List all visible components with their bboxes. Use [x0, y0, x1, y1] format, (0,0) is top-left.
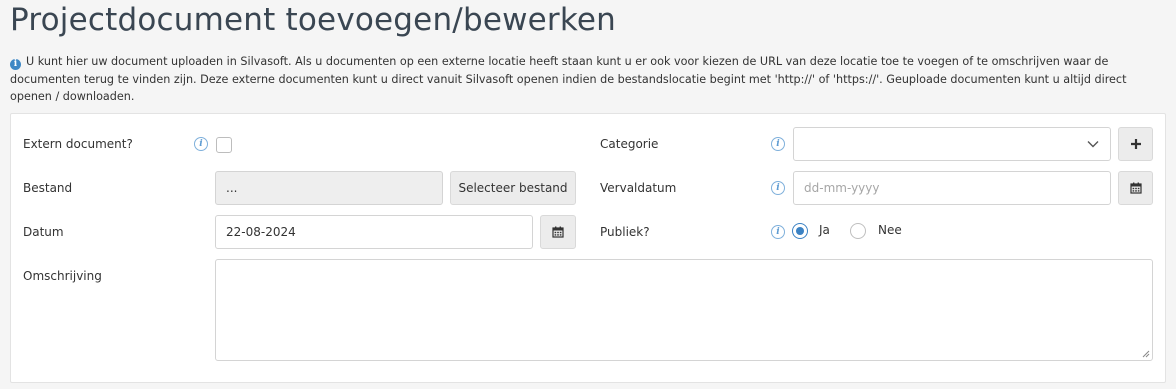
vervaldatum-input[interactable]: dd-mm-yyyy	[793, 171, 1111, 205]
resize-handle-icon[interactable]	[1142, 350, 1150, 358]
publiek-no-radio[interactable]	[850, 223, 866, 239]
select-file-button[interactable]: Selecteer bestand	[450, 171, 576, 205]
intro-text-content: U kunt hier uw document uploaden in Silv…	[10, 55, 1127, 103]
vervaldatum-label: Vervaldatum	[600, 181, 677, 195]
extern-document-checkbox[interactable]	[216, 137, 232, 153]
publiek-yes-radio[interactable]	[792, 223, 808, 239]
calendar-icon	[552, 226, 564, 238]
omschrijving-textarea[interactable]	[215, 259, 1153, 361]
publiek-yes-label[interactable]: Ja	[819, 223, 830, 237]
vervaldatum-help-icon[interactable]: i	[771, 181, 785, 195]
info-icon: i	[10, 59, 21, 70]
publiek-no-label[interactable]: Nee	[878, 223, 902, 237]
datum-calendar-button[interactable]	[540, 215, 576, 249]
datum-label: Datum	[23, 225, 64, 239]
publiek-help-icon[interactable]: i	[771, 225, 785, 239]
extern-help-icon[interactable]: i	[194, 137, 208, 151]
document-form-panel: Extern document? i Categorie i Bestand .…	[10, 113, 1166, 383]
bestand-label: Bestand	[23, 181, 73, 195]
add-categorie-button[interactable]	[1118, 127, 1153, 161]
publiek-label: Publiek?	[600, 225, 650, 239]
calendar-icon	[1129, 182, 1142, 194]
intro-text: iU kunt hier uw document uploaden in Sil…	[10, 53, 1168, 106]
datum-input[interactable]: 22-08-2024	[215, 215, 533, 249]
bestand-field: ...	[215, 171, 443, 205]
categorie-select[interactable]	[793, 127, 1111, 161]
omschrijving-label: Omschrijving	[23, 269, 102, 283]
categorie-help-icon[interactable]: i	[771, 137, 785, 151]
chevron-down-icon	[1087, 141, 1099, 148]
plus-icon	[1130, 139, 1141, 149]
vervaldatum-calendar-button[interactable]	[1118, 171, 1153, 205]
categorie-label: Categorie	[600, 137, 659, 151]
extern-document-label: Extern document?	[23, 137, 133, 151]
page-title: Projectdocument toevoegen/bewerken	[10, 2, 617, 38]
